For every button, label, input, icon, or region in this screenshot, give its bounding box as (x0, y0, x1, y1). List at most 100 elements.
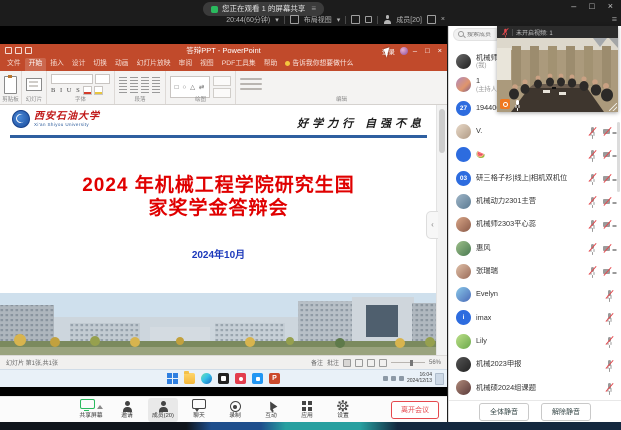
toolbar-item[interactable]: 录制 (220, 398, 250, 422)
member-list-scrollbar[interactable] (617, 122, 620, 192)
meeting-duration[interactable]: 20:44(60分钟) (226, 15, 270, 25)
camera-off-icon[interactable] (603, 127, 613, 136)
member-row[interactable]: V. (449, 120, 621, 143)
app-blue-icon[interactable] (252, 373, 263, 384)
slide-sorter-icon[interactable] (355, 359, 363, 367)
ppt-maximize-button[interactable]: □ (425, 46, 430, 55)
ppt-tab[interactable]: 视图 (196, 58, 218, 71)
camera-off-icon[interactable] (603, 267, 613, 276)
member-row[interactable]: Lily (449, 330, 621, 353)
ppt-tab[interactable]: 动画 (111, 58, 133, 71)
camera-off-icon[interactable] (603, 220, 613, 229)
ppt-tab[interactable]: 幻灯片放映 (133, 58, 175, 71)
close-button[interactable]: × (608, 1, 613, 12)
toolbar-item[interactable]: 共享屏幕 (76, 398, 106, 422)
mic-muted-icon[interactable] (605, 336, 613, 346)
ppt-tab[interactable]: 文件 (3, 58, 25, 71)
camera-off-icon[interactable] (603, 244, 613, 253)
member-row[interactable]: 张瑞瑞 (449, 260, 621, 283)
camera-off-icon[interactable] (603, 150, 613, 159)
leave-meeting-button[interactable]: 离开会议 (391, 401, 439, 419)
mic-muted-icon[interactable] (605, 313, 613, 323)
font-color-icon[interactable] (83, 86, 92, 95)
member-row[interactable]: 03 研三格子衫|线上|相机双机位 (449, 166, 621, 189)
account-avatar[interactable] (400, 47, 408, 55)
reading-view-icon[interactable] (367, 359, 375, 367)
member-search-box[interactable] (453, 28, 501, 41)
powerpoint-icon[interactable]: P (269, 373, 280, 384)
zoom-level[interactable]: 56% (429, 360, 441, 366)
toolbar-item[interactable]: 聊天 (184, 398, 214, 422)
members-badge[interactable]: 成员[20] (396, 15, 422, 25)
app-red-icon[interactable] (235, 373, 246, 384)
mic-muted-icon[interactable] (605, 290, 613, 300)
active-speaker-video[interactable]: 未开启视频: 1 (497, 26, 618, 112)
mic-muted-icon[interactable] (588, 266, 596, 276)
member-row[interactable]: Evelyn (449, 283, 621, 306)
unmute-all-button[interactable]: 解除静音 (541, 403, 591, 421)
panel-collapse-tab[interactable]: ‹ (426, 211, 438, 239)
ppt-tab[interactable]: PDF工具集 (218, 58, 260, 71)
search-input[interactable] (467, 32, 497, 38)
member-row[interactable]: 机械动力2301主营 (449, 190, 621, 213)
caret-up-icon[interactable] (97, 405, 103, 409)
mic-muted-icon[interactable] (605, 360, 613, 370)
font-size-box[interactable] (95, 74, 110, 84)
zoom-slider[interactable] (391, 362, 425, 364)
panel-popout-icon[interactable] (427, 15, 436, 24)
member-row[interactable]: 机械硕2024组课题 (449, 376, 621, 399)
ribbon-group-slides[interactable]: 幻灯片 (22, 71, 47, 104)
mic-muted-icon[interactable] (588, 150, 596, 160)
ppt-tab[interactable]: 切换 (89, 58, 111, 71)
toolbar-item[interactable]: 邀请 (112, 398, 142, 422)
ppt-close-button[interactable]: × (438, 46, 442, 55)
ribbon-group-font[interactable]: B I U S 字体 (47, 71, 115, 104)
maximize-button[interactable]: □ (589, 1, 594, 12)
paragraph-buttons[interactable] (119, 77, 161, 93)
ppt-tab[interactable]: 插入 (46, 58, 68, 71)
zoom-slider-thumb[interactable] (410, 360, 413, 366)
camera-off-icon[interactable] (603, 174, 613, 183)
ppt-tab[interactable]: 设计 (68, 58, 90, 71)
video-resize-handle[interactable] (609, 103, 617, 111)
member-row[interactable]: i imax (449, 306, 621, 329)
layout-selector[interactable]: 布局视图 (304, 15, 332, 25)
new-slide-icon[interactable] (26, 78, 42, 91)
start-button-icon[interactable] (167, 373, 178, 384)
edge-browser-icon[interactable] (201, 373, 212, 384)
notification-center-icon[interactable] (435, 373, 444, 385)
slide-canvas[interactable]: 西安石油大学 Xi'an Shiyou University 好学力行 自强不息… (0, 105, 447, 355)
ppt-minimize-button[interactable]: – (413, 46, 417, 55)
shared-screen-view[interactable]: 答辩PPT - PowerPoint 登录 – □ × 告诉我你想要做什么 (0, 26, 447, 396)
video-frame[interactable] (497, 38, 618, 112)
quick-access-toolbar[interactable] (5, 47, 32, 54)
panel-close-icon[interactable]: × (441, 16, 445, 23)
highlight-color-icon[interactable] (94, 86, 103, 95)
file-explorer-icon[interactable] (184, 373, 195, 384)
toolbar-item[interactable]: 成员(20) (148, 398, 178, 422)
layout-caret-icon[interactable]: ▾ (337, 16, 341, 24)
slideshow-icon[interactable] (379, 359, 387, 367)
ppt-tab[interactable]: 开始 (25, 58, 47, 71)
paste-icon[interactable] (4, 76, 17, 94)
fullscreen-icon[interactable] (351, 15, 360, 24)
font-name-box[interactable] (51, 74, 93, 84)
minimize-button[interactable]: – (571, 1, 576, 12)
tray-network-icon[interactable] (383, 376, 388, 381)
tray-battery-icon[interactable] (399, 376, 404, 381)
toolbar-item[interactable]: 设置 (328, 398, 358, 422)
slide-scrollbar-thumb[interactable] (439, 109, 445, 153)
tray-volume-icon[interactable] (391, 376, 396, 381)
mic-muted-icon[interactable] (588, 173, 596, 183)
app-dark-icon[interactable] (218, 373, 229, 384)
ppt-tab[interactable]: 帮助 (260, 58, 282, 71)
member-row[interactable]: 🍉 (449, 143, 621, 166)
ribbon-group-editing[interactable]: 编辑 (236, 71, 447, 104)
normal-view-icon[interactable] (343, 359, 351, 367)
panel-menu-icon[interactable]: ≡ (612, 14, 617, 24)
duration-caret-icon[interactable]: ▾ (275, 16, 279, 24)
mute-all-button[interactable]: 全体静音 (479, 403, 529, 421)
mic-muted-icon[interactable] (588, 220, 596, 230)
editing-buttons[interactable] (240, 78, 262, 90)
ribbon-group-drawing[interactable]: □ ○ △ ⇄ 绘图 (166, 71, 236, 104)
